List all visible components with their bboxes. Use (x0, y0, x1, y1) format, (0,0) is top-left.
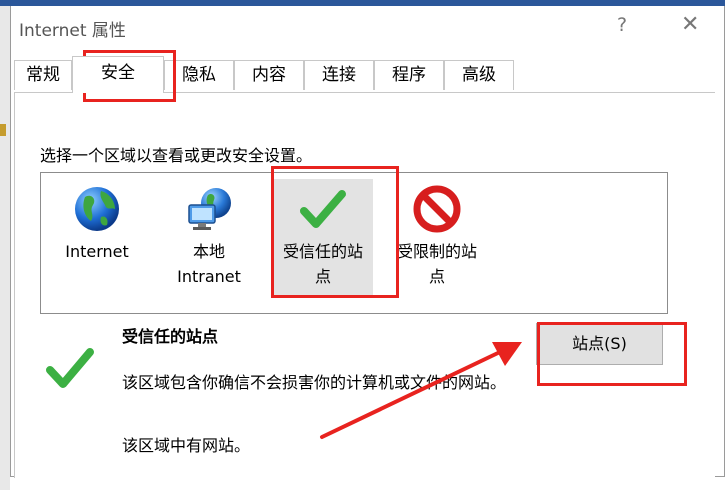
zone-label-line2: Intranet (177, 267, 241, 286)
zone-restricted-sites[interactable]: 受限制的站 点 (387, 179, 487, 295)
local-intranet-icon (188, 188, 231, 230)
close-icon[interactable]: ✕ (681, 12, 699, 37)
zone-sites-status: 该区域中有网站。 (122, 436, 251, 455)
zone-info-title: 受信任的站点 (122, 327, 219, 346)
zone-internet[interactable]: Internet (47, 179, 147, 295)
tab-general[interactable]: 常规 (14, 60, 72, 90)
tab-programs[interactable]: 程序 (374, 60, 444, 90)
tab-security[interactable]: 安全 (72, 56, 164, 93)
highlight-trusted-zone (271, 166, 399, 298)
background-window-edge (0, 6, 10, 490)
trusted-checkmark-icon (46, 348, 94, 388)
zone-label: 本地 (192, 242, 225, 261)
zone-label: 受限制的站 (396, 242, 477, 261)
zone-label-line2: 点 (428, 267, 445, 286)
zone-local-intranet[interactable]: 本地 Intranet (159, 179, 259, 295)
prohibited-icon (413, 185, 461, 233)
zone-info-description: 该区域包含你确信不会损害你的计算机或文件的网站。 (122, 373, 507, 392)
tab-strip: 常规 安全 隐私 内容 连接 程序 高级 (14, 56, 714, 93)
tab-advanced[interactable]: 高级 (444, 60, 514, 90)
tab-connections[interactable]: 连接 (304, 60, 374, 90)
zone-instruction: 选择一个区域以查看或更改安全设置。 (40, 146, 313, 165)
title-bar[interactable]: Internet 属性 ? ✕ (11, 6, 724, 46)
dialog-title: Internet 属性 (19, 21, 126, 41)
help-icon[interactable]: ? (617, 14, 627, 36)
tab-content[interactable]: 内容 (234, 60, 304, 90)
highlight-sites-button (537, 322, 687, 386)
zone-label: Internet (65, 242, 129, 261)
globe-icon (75, 187, 119, 231)
